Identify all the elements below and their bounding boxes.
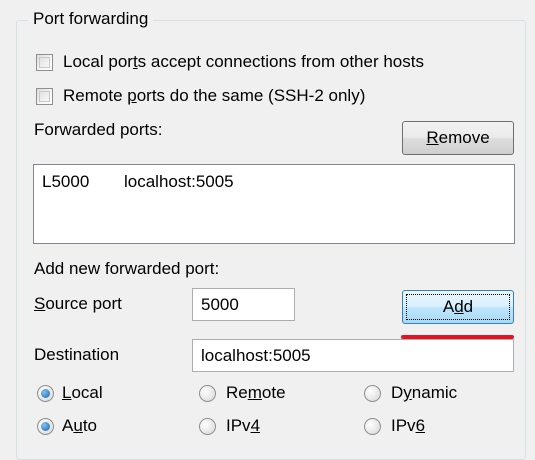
radio-local-label[interactable]: Local (62, 382, 103, 404)
source-port-label: Source port (34, 294, 122, 313)
list-item-target: localhost:5005 (124, 172, 234, 191)
radio-remote-label[interactable]: Remote (226, 382, 286, 404)
source-port-value[interactable] (201, 289, 294, 320)
remove-button[interactable]: Remove (402, 121, 514, 155)
radio-dynamic-label[interactable]: Dynamic (391, 382, 457, 404)
remote-ports-same-checkbox[interactable] (36, 88, 53, 105)
local-ports-accept-label[interactable]: Local ports accept connections from othe… (63, 51, 424, 73)
remote-ports-same-label[interactable]: Remote ports do the same (SSH-2 only) (63, 85, 365, 107)
radio-local[interactable] (37, 385, 54, 402)
add-new-label: Add new forwarded port: (34, 259, 220, 278)
radio-auto[interactable] (37, 418, 54, 435)
destination-value[interactable] (201, 340, 513, 371)
list-item[interactable]: L5000 localhost:5005 (42, 171, 234, 193)
group-title: Port forwarding (28, 8, 154, 30)
radio-remote[interactable] (199, 385, 216, 402)
radio-ipv6-label[interactable]: IPv6 (391, 415, 425, 437)
radio-ipv4[interactable] (199, 418, 216, 435)
add-button[interactable]: Add (402, 290, 514, 324)
focus-ring (406, 294, 510, 320)
radio-dynamic[interactable] (364, 385, 381, 402)
forwarded-ports-label: Forwarded ports: (34, 120, 163, 139)
radio-auto-label[interactable]: Auto (62, 415, 97, 437)
local-ports-accept-checkbox[interactable] (36, 54, 53, 71)
source-port-input[interactable] (192, 288, 295, 321)
list-item-port: L5000 (42, 172, 90, 191)
destination-label: Destination (34, 345, 120, 364)
forwarded-ports-list[interactable]: L5000 localhost:5005 (33, 164, 515, 244)
radio-ipv6[interactable] (364, 418, 381, 435)
destination-input[interactable] (192, 339, 514, 372)
radio-ipv4-label[interactable]: IPv4 (226, 415, 260, 437)
